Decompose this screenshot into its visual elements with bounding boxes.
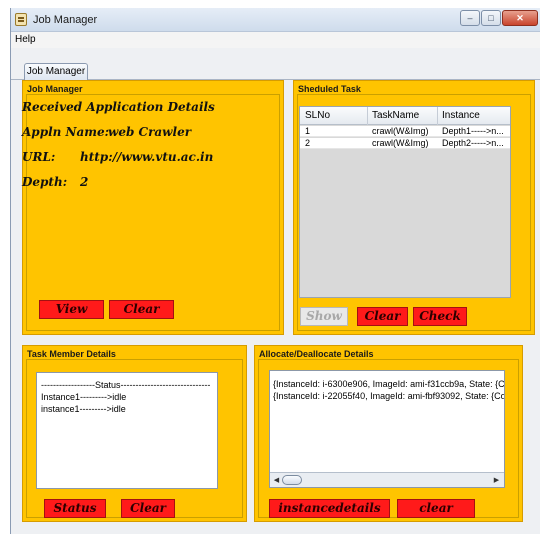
window-title: Job Manager — [33, 14, 98, 26]
scroll-right-icon[interactable]: ▶ — [491, 475, 502, 486]
column-instance[interactable]: Instance — [442, 110, 480, 121]
allocate-line: {InstanceId: i-6300e906, ImageId: ami-f3… — [273, 379, 505, 389]
allocate-title: Allocate/Deallocate Details — [259, 349, 374, 359]
instancedetails-button[interactable]: instancedetails — [269, 499, 390, 518]
menu-help[interactable]: Help — [15, 34, 36, 45]
job-manager-title: Job Manager — [27, 84, 83, 94]
show-button[interactable]: Show — [300, 307, 348, 326]
url-label: URL: — [22, 150, 56, 164]
received-heading: Received Application Details — [22, 100, 215, 114]
column-divider[interactable] — [367, 107, 368, 125]
table-row[interactable]: 1 crawl(W&Img) Depth1----->n... — [300, 126, 510, 137]
url-value: http://www.vtu.ac.in — [80, 150, 214, 164]
allocate-line: {InstanceId: i-22055f40, ImageId: ami-fb… — [273, 391, 505, 401]
check-button[interactable]: Check — [413, 307, 467, 326]
table-row[interactable]: 2 crawl(W&Img) Depth2----->n... — [300, 138, 510, 149]
cell-taskname: crawl(W&Img) — [372, 126, 429, 136]
task-member-title: Task Member Details — [27, 349, 116, 359]
depth-value: 2 — [80, 175, 89, 189]
allocate-clear-button[interactable]: clear — [397, 499, 475, 518]
status-button[interactable]: Status — [44, 499, 106, 518]
cell-instance: Depth2----->n... — [442, 138, 504, 148]
task-clear-button[interactable]: Clear — [357, 307, 408, 326]
column-taskname[interactable]: TaskName — [372, 110, 419, 121]
app-icon — [15, 13, 27, 26]
appln-name-value: web Crawler — [108, 125, 192, 139]
status-line: instance1--------->idle — [41, 404, 126, 414]
cell-slno: 2 — [305, 138, 311, 148]
cell-slno: 1 — [305, 126, 311, 136]
depth-label: Depth: — [22, 175, 68, 189]
scroll-left-icon[interactable]: ◀ — [271, 475, 282, 486]
cell-instance: Depth1----->n... — [442, 126, 504, 136]
job-clear-button[interactable]: Clear — [109, 300, 174, 319]
status-header-line: ------------------Status----------------… — [41, 380, 211, 390]
minimize-button[interactable]: – — [460, 10, 480, 26]
menu-bar: Help — [11, 32, 540, 48]
cell-taskname: crawl(W&Img) — [372, 138, 429, 148]
tab-job-manager[interactable]: Job Manager — [24, 63, 88, 80]
title-bar[interactable]: Job Manager – □ ✕ — [11, 8, 540, 32]
scheduled-task-table: SLNo TaskName Instance 1 crawl(W&Img) De… — [299, 106, 511, 298]
column-slno[interactable]: SLNo — [305, 110, 330, 121]
close-button[interactable]: ✕ — [502, 10, 538, 26]
horizontal-scrollbar[interactable]: ◀ ▶ — [270, 472, 504, 487]
appln-name-label: Appln Name: — [22, 125, 110, 139]
member-clear-button[interactable]: Clear — [121, 499, 175, 518]
tab-bar: Job Manager — [11, 48, 540, 80]
scroll-thumb[interactable] — [282, 475, 302, 485]
allocate-textarea[interactable]: {InstanceId: i-6300e906, ImageId: ami-f3… — [269, 370, 505, 488]
status-textarea[interactable]: ------------------Status----------------… — [36, 372, 218, 489]
job-manager-panel: Job Manager — [22, 80, 284, 335]
status-line: Instance1--------->idle — [41, 392, 127, 402]
scheduled-task-title: Sheduled Task — [298, 84, 361, 94]
view-button[interactable]: View — [39, 300, 104, 319]
table-header: SLNo TaskName Instance — [300, 107, 510, 125]
column-divider[interactable] — [437, 107, 438, 125]
maximize-button[interactable]: □ — [481, 10, 501, 26]
